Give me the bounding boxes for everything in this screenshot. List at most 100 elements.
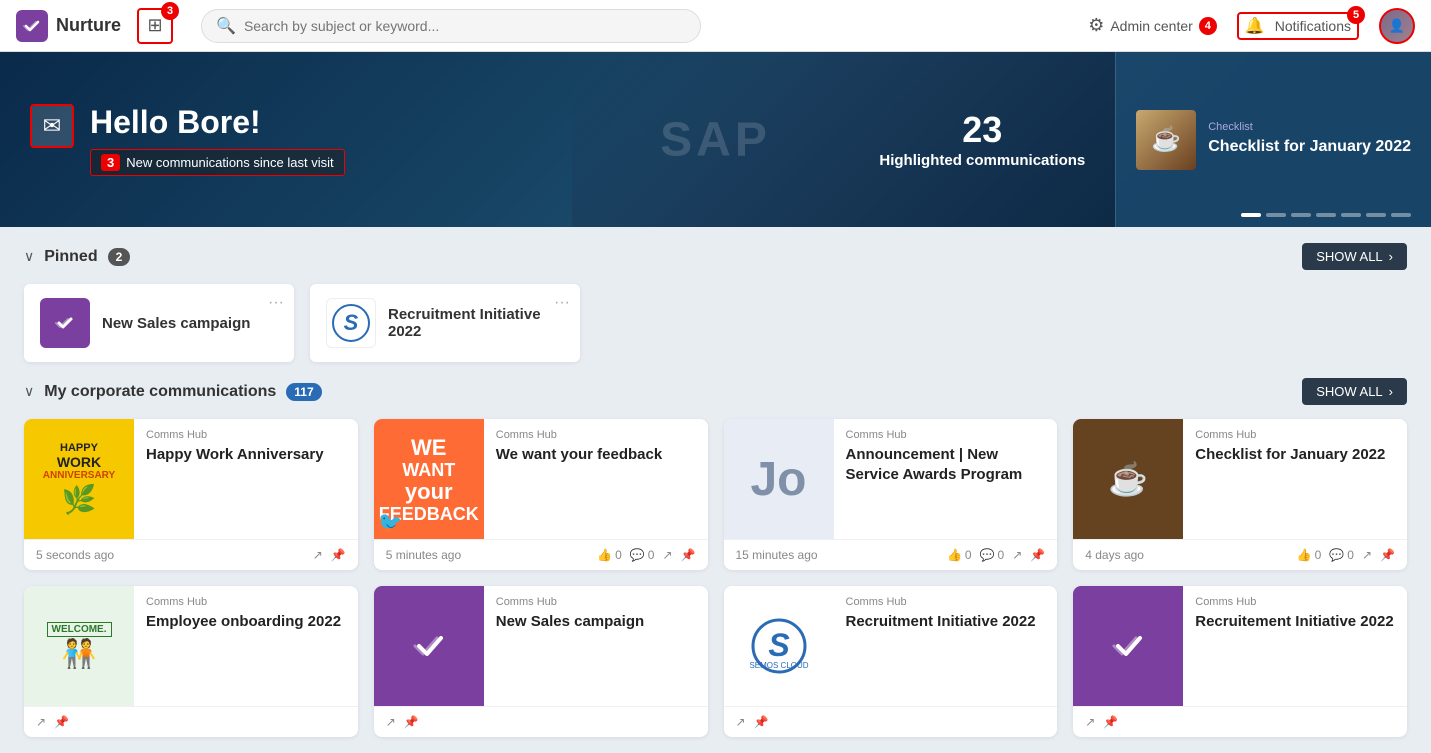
admin-center-label: Admin center — [1110, 18, 1192, 34]
fb-want: WANT — [402, 461, 455, 479]
pinned-show-all-button[interactable]: SHOW ALL › — [1302, 243, 1407, 270]
checklist-thumbnail: ☕ — [1073, 419, 1183, 539]
corporate-show-all-button[interactable]: SHOW ALL › — [1302, 378, 1407, 405]
feedback-pin-icon[interactable]: 📌 — [681, 548, 696, 562]
feedback-info: Comms Hub We want your feedback — [484, 419, 708, 539]
pinned-collapse-icon[interactable]: ∨ — [24, 248, 34, 265]
hero-highlighted: 23 Highlighted communications — [849, 52, 1115, 227]
pinned-card-1-title: New Sales campaign — [102, 315, 250, 332]
semos-thumb-content: S SEMOS CLOUD — [724, 586, 834, 706]
recruitment-share-icon[interactable]: ↗ — [736, 715, 746, 729]
checklist-like-count: 0 — [1315, 548, 1322, 562]
ann-text-work: WORK — [57, 454, 101, 470]
bell-icon: 🔔 — [1245, 16, 1265, 36]
feedback-likes[interactable]: 👍 0 — [597, 548, 622, 562]
fb-we: WE — [411, 435, 446, 461]
comm-card-sales[interactable]: Comms Hub New Sales campaign ↗ 📌 — [374, 586, 708, 737]
feedback-time: 5 minutes ago — [386, 548, 461, 562]
announcement-comments[interactable]: 💬 0 — [980, 548, 1005, 562]
comm-card-anniversary[interactable]: HAPPY WORK ANNIVERSARY 🌿 Comms Hub Happy… — [24, 419, 358, 570]
anniversary-bottom: 5 seconds ago ↗ 📌 — [24, 539, 358, 570]
recruitment-pin-icon[interactable]: 📌 — [754, 715, 769, 729]
announcement-share-icon[interactable]: ↗ — [1012, 548, 1022, 562]
sales-share-icon[interactable]: ↗ — [386, 715, 396, 729]
hero-dot-3[interactable] — [1291, 213, 1311, 217]
announcement-likes[interactable]: 👍 0 — [947, 548, 972, 562]
hero-banner: SAP ✉ Hello Bore! 3 New communications s… — [0, 52, 1431, 227]
app-logo[interactable]: Nurture — [16, 10, 121, 42]
announcement-comment-icon: 💬 — [980, 548, 995, 562]
comm-card-recruitement[interactable]: Comms Hub Recruitement Initiative 2022 ↗… — [1073, 586, 1407, 737]
comm-card-top-recruitement: Comms Hub Recruitement Initiative 2022 — [1073, 586, 1407, 706]
admin-center-badge: 4 — [1199, 17, 1217, 35]
nav-right: ⚙ Admin center 4 🔔 5 Notifications 👤 — [1088, 8, 1415, 44]
featured-thumb-image: ☕ — [1136, 110, 1196, 170]
feedback-share-icon[interactable]: ↗ — [662, 548, 672, 562]
corporate-count: 117 — [286, 383, 321, 401]
announcement-like-icon: 👍 — [947, 548, 962, 562]
grid-icon: ⊞ — [147, 15, 162, 36]
comm-card-recruitment[interactable]: S SEMOS CLOUD Comms Hub Recruitment Init… — [724, 586, 1058, 737]
hero-dot-4[interactable] — [1316, 213, 1336, 217]
pinned-cards-container: New Sales campaign ··· S Recruitment Ini… — [24, 284, 1407, 362]
feedback-thumbnail: WE WANT your FEEDBACK 🐦 — [374, 419, 484, 539]
like-icon: 👍 — [597, 548, 612, 562]
recruitement-share-icon[interactable]: ↗ — [1085, 715, 1095, 729]
new-comms-count: 3 — [101, 154, 120, 171]
fb-your: your — [405, 479, 453, 505]
hero-featured-card[interactable]: ☕ Checklist Checklist for January 2022 — [1115, 52, 1431, 227]
comm-card-top-feedback: WE WANT your FEEDBACK 🐦 Comms Hub We wan… — [374, 419, 708, 539]
comm-card-onboarding[interactable]: WELCOME. 🧑‍🤝‍🧑 Comms Hub Employee onboar… — [24, 586, 358, 737]
feedback-comments[interactable]: 💬 0 — [630, 548, 655, 562]
grid-menu-button[interactable]: ⊞ 3 — [137, 8, 173, 44]
corporate-collapse-icon[interactable]: ∨ — [24, 383, 34, 400]
user-avatar[interactable]: 👤 — [1379, 8, 1415, 44]
welcome-people-icon: 🧑‍🤝‍🧑 — [62, 637, 97, 670]
hero-dots — [1241, 213, 1411, 217]
recruitement-title: Recruitement Initiative 2022 — [1195, 612, 1395, 696]
onboarding-title: Employee onboarding 2022 — [146, 612, 346, 696]
hero-dot-2[interactable] — [1266, 213, 1286, 217]
avatar-image: 👤 — [1381, 10, 1413, 42]
checklist-likes[interactable]: 👍 0 — [1297, 548, 1322, 562]
recruitement-pin-icon[interactable]: 📌 — [1103, 715, 1118, 729]
comm-card-feedback[interactable]: WE WANT your FEEDBACK 🐦 Comms Hub We wan… — [374, 419, 708, 570]
anniversary-share-icon[interactable]: ↗ — [313, 548, 323, 562]
featured-card-title: Checklist for January 2022 — [1208, 137, 1411, 158]
hero-dot-5[interactable] — [1341, 213, 1361, 217]
svg-text:S: S — [768, 627, 790, 663]
hero-dot-1[interactable] — [1241, 213, 1261, 217]
admin-center-button[interactable]: ⚙ Admin center 4 — [1088, 15, 1217, 36]
anniversary-info: Comms Hub Happy Work Anniversary — [134, 419, 358, 539]
hero-greeting: Hello Bore! — [90, 104, 345, 141]
pinned-card-1-menu[interactable]: ··· — [268, 294, 284, 312]
hero-dot-7[interactable] — [1391, 213, 1411, 217]
sales-bottom: ↗ 📌 — [374, 706, 708, 737]
comm-card-top-checklist: ☕ Comms Hub Checklist for January 2022 — [1073, 419, 1407, 539]
checklist-comments[interactable]: 💬 0 — [1329, 548, 1354, 562]
checklist-hub-label: Comms Hub — [1195, 429, 1395, 441]
pinned-card-2-menu[interactable]: ··· — [554, 294, 570, 312]
anniversary-pin-icon[interactable]: 📌 — [331, 548, 346, 562]
hero-dot-6[interactable] — [1366, 213, 1386, 217]
onboarding-pin-icon[interactable]: 📌 — [54, 715, 69, 729]
onboarding-share-icon[interactable]: ↗ — [36, 715, 46, 729]
checklist-pin-icon[interactable]: 📌 — [1380, 548, 1395, 562]
announcement-pin-icon[interactable]: 📌 — [1030, 548, 1045, 562]
search-bar[interactable]: 🔍 — [201, 9, 701, 43]
checklist-share-icon[interactable]: ↗ — [1362, 548, 1372, 562]
comm-card-checklist[interactable]: ☕ Comms Hub Checklist for January 2022 4… — [1073, 419, 1407, 570]
checklist-comment-count: 0 — [1347, 548, 1354, 562]
notifications-button[interactable]: 🔔 5 Notifications — [1237, 12, 1359, 40]
comm-card-announcement[interactable]: Jo Comms Hub Announcement | New Service … — [724, 419, 1058, 570]
pinned-card-1[interactable]: New Sales campaign ··· — [24, 284, 294, 362]
recruitement-thumbnail — [1073, 586, 1183, 706]
welcome-text: WELCOME. — [47, 622, 112, 637]
anniversary-plant-icon: 🌿 — [62, 483, 97, 516]
hero-right-content: 23 Highlighted communications ☕ Checklis… — [849, 52, 1431, 227]
sales-pin-icon[interactable]: 📌 — [404, 715, 419, 729]
hero-text: Hello Bore! 3 New communications since l… — [90, 104, 345, 176]
search-input[interactable] — [244, 18, 686, 34]
pinned-card-2[interactable]: S Recruitment Initiative 2022 ··· — [310, 284, 580, 362]
fb-bird-icon: 🐦 — [378, 510, 403, 535]
